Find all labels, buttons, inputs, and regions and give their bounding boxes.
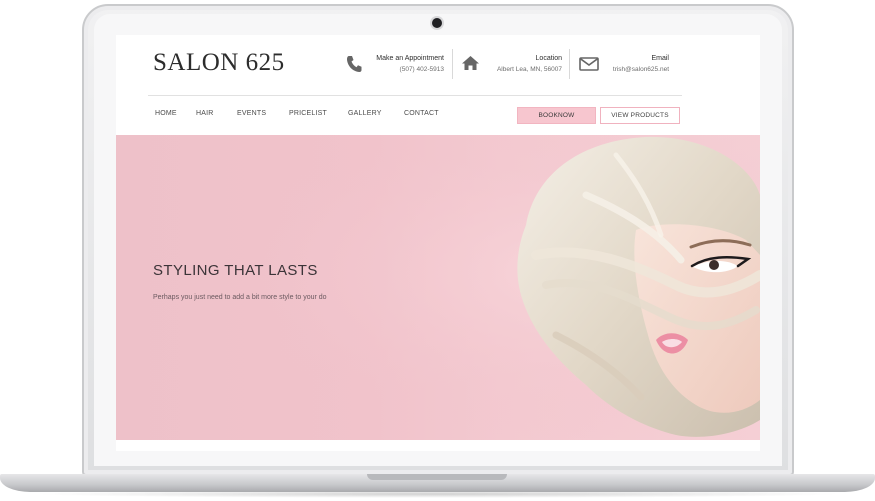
nav-hair[interactable]: HAIR: [196, 110, 214, 117]
site-logo[interactable]: SALON 625: [153, 49, 285, 77]
email-address[interactable]: trish@salon625.net: [613, 66, 669, 73]
envelope-icon: [579, 57, 599, 71]
webcam-icon: [432, 18, 442, 28]
email-label: Email: [651, 55, 669, 62]
view-products-button[interactable]: VIEW PRODUCTS: [600, 107, 680, 124]
book-now-button[interactable]: BOOKNOW: [517, 107, 596, 124]
laptop-base-notch: [367, 474, 507, 480]
nav-home[interactable]: HOME: [155, 110, 177, 117]
website-screen: SALON 625 Make an Appointment (507) 402-…: [116, 35, 760, 451]
appointment-phone[interactable]: (507) 402-5913: [400, 66, 444, 73]
contact-appointment[interactable]: Make an Appointment (507) 402-5913: [346, 51, 444, 81]
hero-subtitle: Perhaps you just need to add a bit more …: [153, 294, 327, 301]
hero-banner: STYLING THAT LASTS Perhaps you just need…: [116, 135, 760, 440]
home-icon: [462, 56, 479, 70]
contact-divider: [569, 49, 570, 79]
nav-gallery[interactable]: GALLERY: [348, 110, 382, 117]
contact-email[interactable]: Email trish@salon625.net: [579, 51, 669, 81]
hero-image: [116, 135, 760, 440]
contact-location[interactable]: Location Albert Lea, MN, 56007: [461, 51, 562, 81]
location-address: Albert Lea, MN, 56007: [496, 66, 562, 73]
hero-bottom-strip: [116, 440, 760, 451]
nav-contact[interactable]: CONTACT: [404, 110, 439, 117]
header-divider: [148, 95, 682, 96]
location-label: Location: [535, 55, 562, 62]
appointment-label: Make an Appointment: [376, 55, 444, 62]
contact-divider: [452, 49, 453, 79]
nav-events[interactable]: EVENTS: [237, 110, 266, 117]
hero-title: STYLING THAT LASTS: [153, 262, 318, 279]
nav-pricelist[interactable]: PRICELIST: [289, 110, 327, 117]
phone-icon: [347, 56, 362, 72]
